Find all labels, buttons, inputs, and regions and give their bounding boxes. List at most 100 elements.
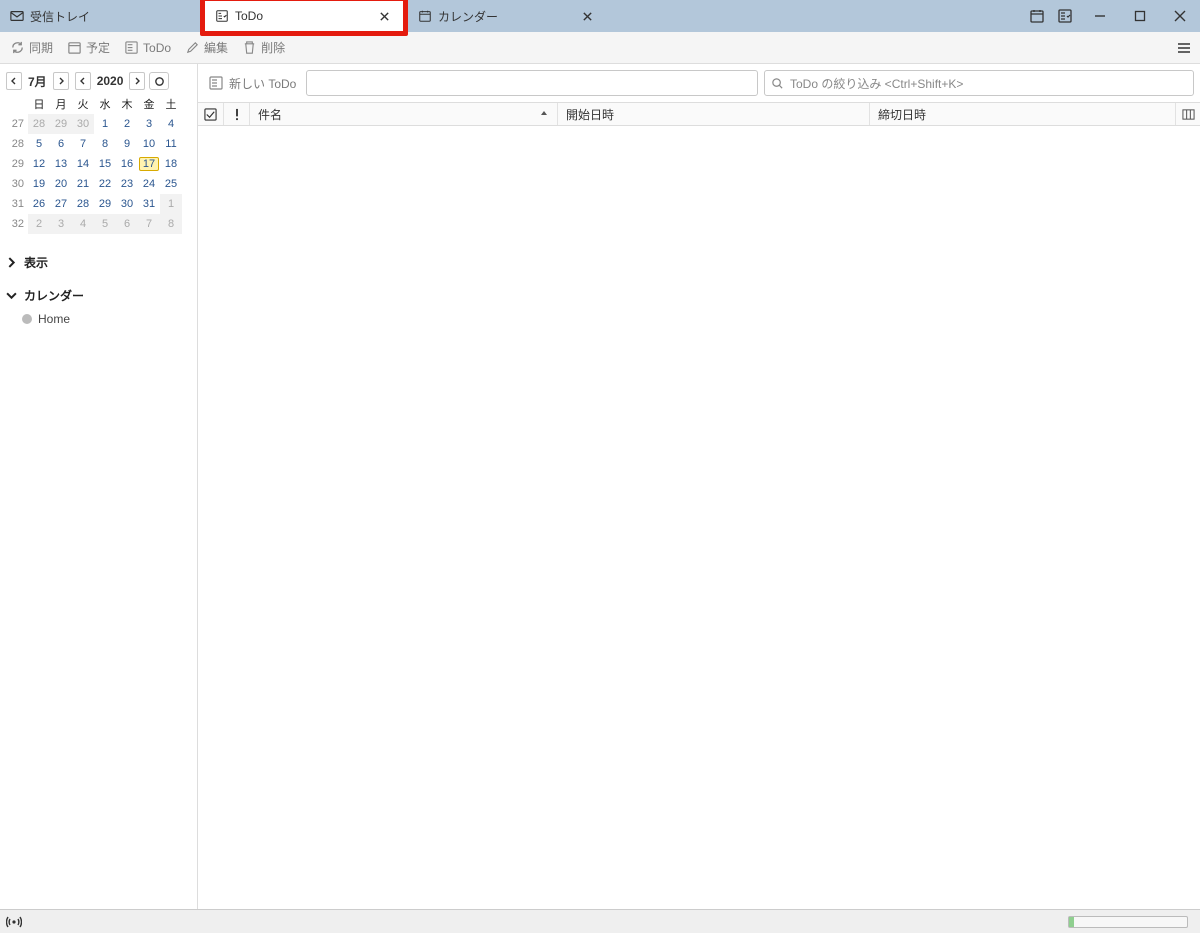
event-label: 予定 xyxy=(86,39,110,56)
task-icon xyxy=(215,9,229,23)
cal-day[interactable]: 18 xyxy=(160,154,182,174)
new-todo-button[interactable]: 新しい ToDo xyxy=(204,73,300,94)
cal-day[interactable]: 5 xyxy=(28,134,50,154)
mini-calendar-nav: 7月 2020 xyxy=(6,72,191,90)
cal-day[interactable]: 1 xyxy=(160,194,182,214)
cal-day[interactable]: 4 xyxy=(160,114,182,134)
col-subject-label: 件名 xyxy=(258,106,282,123)
cal-day[interactable]: 8 xyxy=(160,214,182,234)
cal-day[interactable]: 23 xyxy=(116,174,138,194)
new-todo-label: 新しい ToDo xyxy=(229,75,296,92)
tab-bar: 受信トレイ ToDo カレンダー xyxy=(0,0,1200,32)
next-year-button[interactable] xyxy=(129,72,145,90)
tab-calendar[interactable]: カレンダー xyxy=(408,0,606,32)
cal-day[interactable]: 14 xyxy=(72,154,94,174)
cal-day[interactable]: 8 xyxy=(94,134,116,154)
cal-day[interactable]: 9 xyxy=(116,134,138,154)
cal-day[interactable]: 6 xyxy=(116,214,138,234)
content-toolbar: 新しい ToDo ToDo の絞り込み <Ctrl+Shift+K> xyxy=(198,64,1200,102)
cal-day[interactable]: 28 xyxy=(28,114,50,134)
calendar-color-dot xyxy=(22,314,32,324)
task-column-headers: 件名 開始日時 締切日時 xyxy=(198,102,1200,126)
tab-todo-close[interactable] xyxy=(375,7,393,25)
cal-day[interactable]: 13 xyxy=(50,154,72,174)
cal-day[interactable]: 2 xyxy=(28,214,50,234)
tab-todo[interactable]: ToDo xyxy=(205,1,403,31)
cal-day[interactable]: 2 xyxy=(116,114,138,134)
calendar-item-label: Home xyxy=(38,312,70,326)
mail-icon xyxy=(10,9,24,23)
tab-todo-highlight: ToDo xyxy=(200,0,408,36)
cal-day[interactable]: 29 xyxy=(50,114,72,134)
cal-day[interactable]: 4 xyxy=(72,214,94,234)
tab-calendar-close[interactable] xyxy=(578,7,596,25)
cal-day[interactable]: 3 xyxy=(138,114,160,134)
window-controls xyxy=(1080,0,1200,32)
edit-label: 編集 xyxy=(204,39,228,56)
cal-day[interactable]: 28 xyxy=(72,194,94,214)
calendar-item-home[interactable]: Home xyxy=(22,310,193,328)
new-todo-input[interactable] xyxy=(306,70,758,96)
go-today-button[interactable] xyxy=(149,72,169,90)
cal-day[interactable]: 31 xyxy=(138,194,160,214)
cal-day[interactable]: 3 xyxy=(50,214,72,234)
next-month-button[interactable] xyxy=(53,72,69,90)
cal-day[interactable]: 24 xyxy=(138,174,160,194)
minimize-button[interactable] xyxy=(1080,0,1120,32)
section-calendar[interactable]: カレンダー xyxy=(4,283,193,308)
sync-label: 同期 xyxy=(29,39,53,56)
column-picker-button[interactable] xyxy=(1176,108,1200,121)
close-window-button[interactable] xyxy=(1160,0,1200,32)
cal-day[interactable]: 29 xyxy=(94,194,116,214)
cal-day[interactable]: 11 xyxy=(160,134,182,154)
maximize-button[interactable] xyxy=(1120,0,1160,32)
cal-day[interactable]: 21 xyxy=(72,174,94,194)
section-view[interactable]: 表示 xyxy=(4,250,193,275)
prev-year-button[interactable] xyxy=(75,72,91,90)
prev-month-button[interactable] xyxy=(6,72,22,90)
cal-day[interactable]: 1 xyxy=(94,114,116,134)
cal-day[interactable]: 10 xyxy=(138,134,160,154)
open-calendar-icon[interactable] xyxy=(1026,5,1048,27)
cal-day[interactable]: 7 xyxy=(72,134,94,154)
delete-button[interactable]: 削除 xyxy=(238,37,289,58)
status-bar xyxy=(0,909,1200,933)
tab-inbox[interactable]: 受信トレイ xyxy=(0,0,200,32)
cal-day[interactable]: 5 xyxy=(94,214,116,234)
col-checkbox-icon[interactable] xyxy=(198,103,224,125)
cal-day[interactable]: 19 xyxy=(28,174,50,194)
cal-day[interactable]: 12 xyxy=(28,154,50,174)
cal-day[interactable]: 20 xyxy=(50,174,72,194)
filter-todo-box[interactable]: ToDo の絞り込み <Ctrl+Shift+K> xyxy=(764,70,1194,96)
cal-day[interactable]: 15 xyxy=(94,154,116,174)
calendar-list: Home xyxy=(22,310,193,328)
cal-day[interactable]: 26 xyxy=(28,194,50,214)
todo-button[interactable]: ToDo xyxy=(120,38,175,57)
tab-todo-label: ToDo xyxy=(235,9,355,23)
cal-day[interactable]: 30 xyxy=(72,114,94,134)
cal-day[interactable]: 6 xyxy=(50,134,72,154)
main-area: 7月 2020 日月火水木金土2728293012342856789101129… xyxy=(0,64,1200,909)
cal-day[interactable]: 22 xyxy=(94,174,116,194)
col-priority-icon[interactable] xyxy=(224,103,250,125)
col-due[interactable]: 締切日時 xyxy=(870,103,1176,125)
cal-day[interactable]: 16 xyxy=(116,154,138,174)
mini-calendar[interactable]: 日月火水木金土272829301234285678910112912131415… xyxy=(6,94,191,234)
col-start[interactable]: 開始日時 xyxy=(558,103,870,125)
year-label: 2020 xyxy=(91,74,130,88)
cal-dow: 金 xyxy=(138,94,160,114)
event-button[interactable]: 予定 xyxy=(63,37,114,58)
cal-dow: 水 xyxy=(94,94,116,114)
app-menu-button[interactable] xyxy=(1174,38,1194,58)
open-tasks-icon[interactable] xyxy=(1054,5,1076,27)
cal-day[interactable]: 25 xyxy=(160,174,182,194)
edit-button[interactable]: 編集 xyxy=(181,37,232,58)
col-subject[interactable]: 件名 xyxy=(250,103,558,125)
cal-day[interactable]: 17 xyxy=(138,154,160,174)
sync-button[interactable]: 同期 xyxy=(6,37,57,58)
section-calendar-label: カレンダー xyxy=(24,287,84,304)
cal-week-number: 28 xyxy=(6,134,28,154)
cal-day[interactable]: 30 xyxy=(116,194,138,214)
cal-day[interactable]: 27 xyxy=(50,194,72,214)
cal-day[interactable]: 7 xyxy=(138,214,160,234)
